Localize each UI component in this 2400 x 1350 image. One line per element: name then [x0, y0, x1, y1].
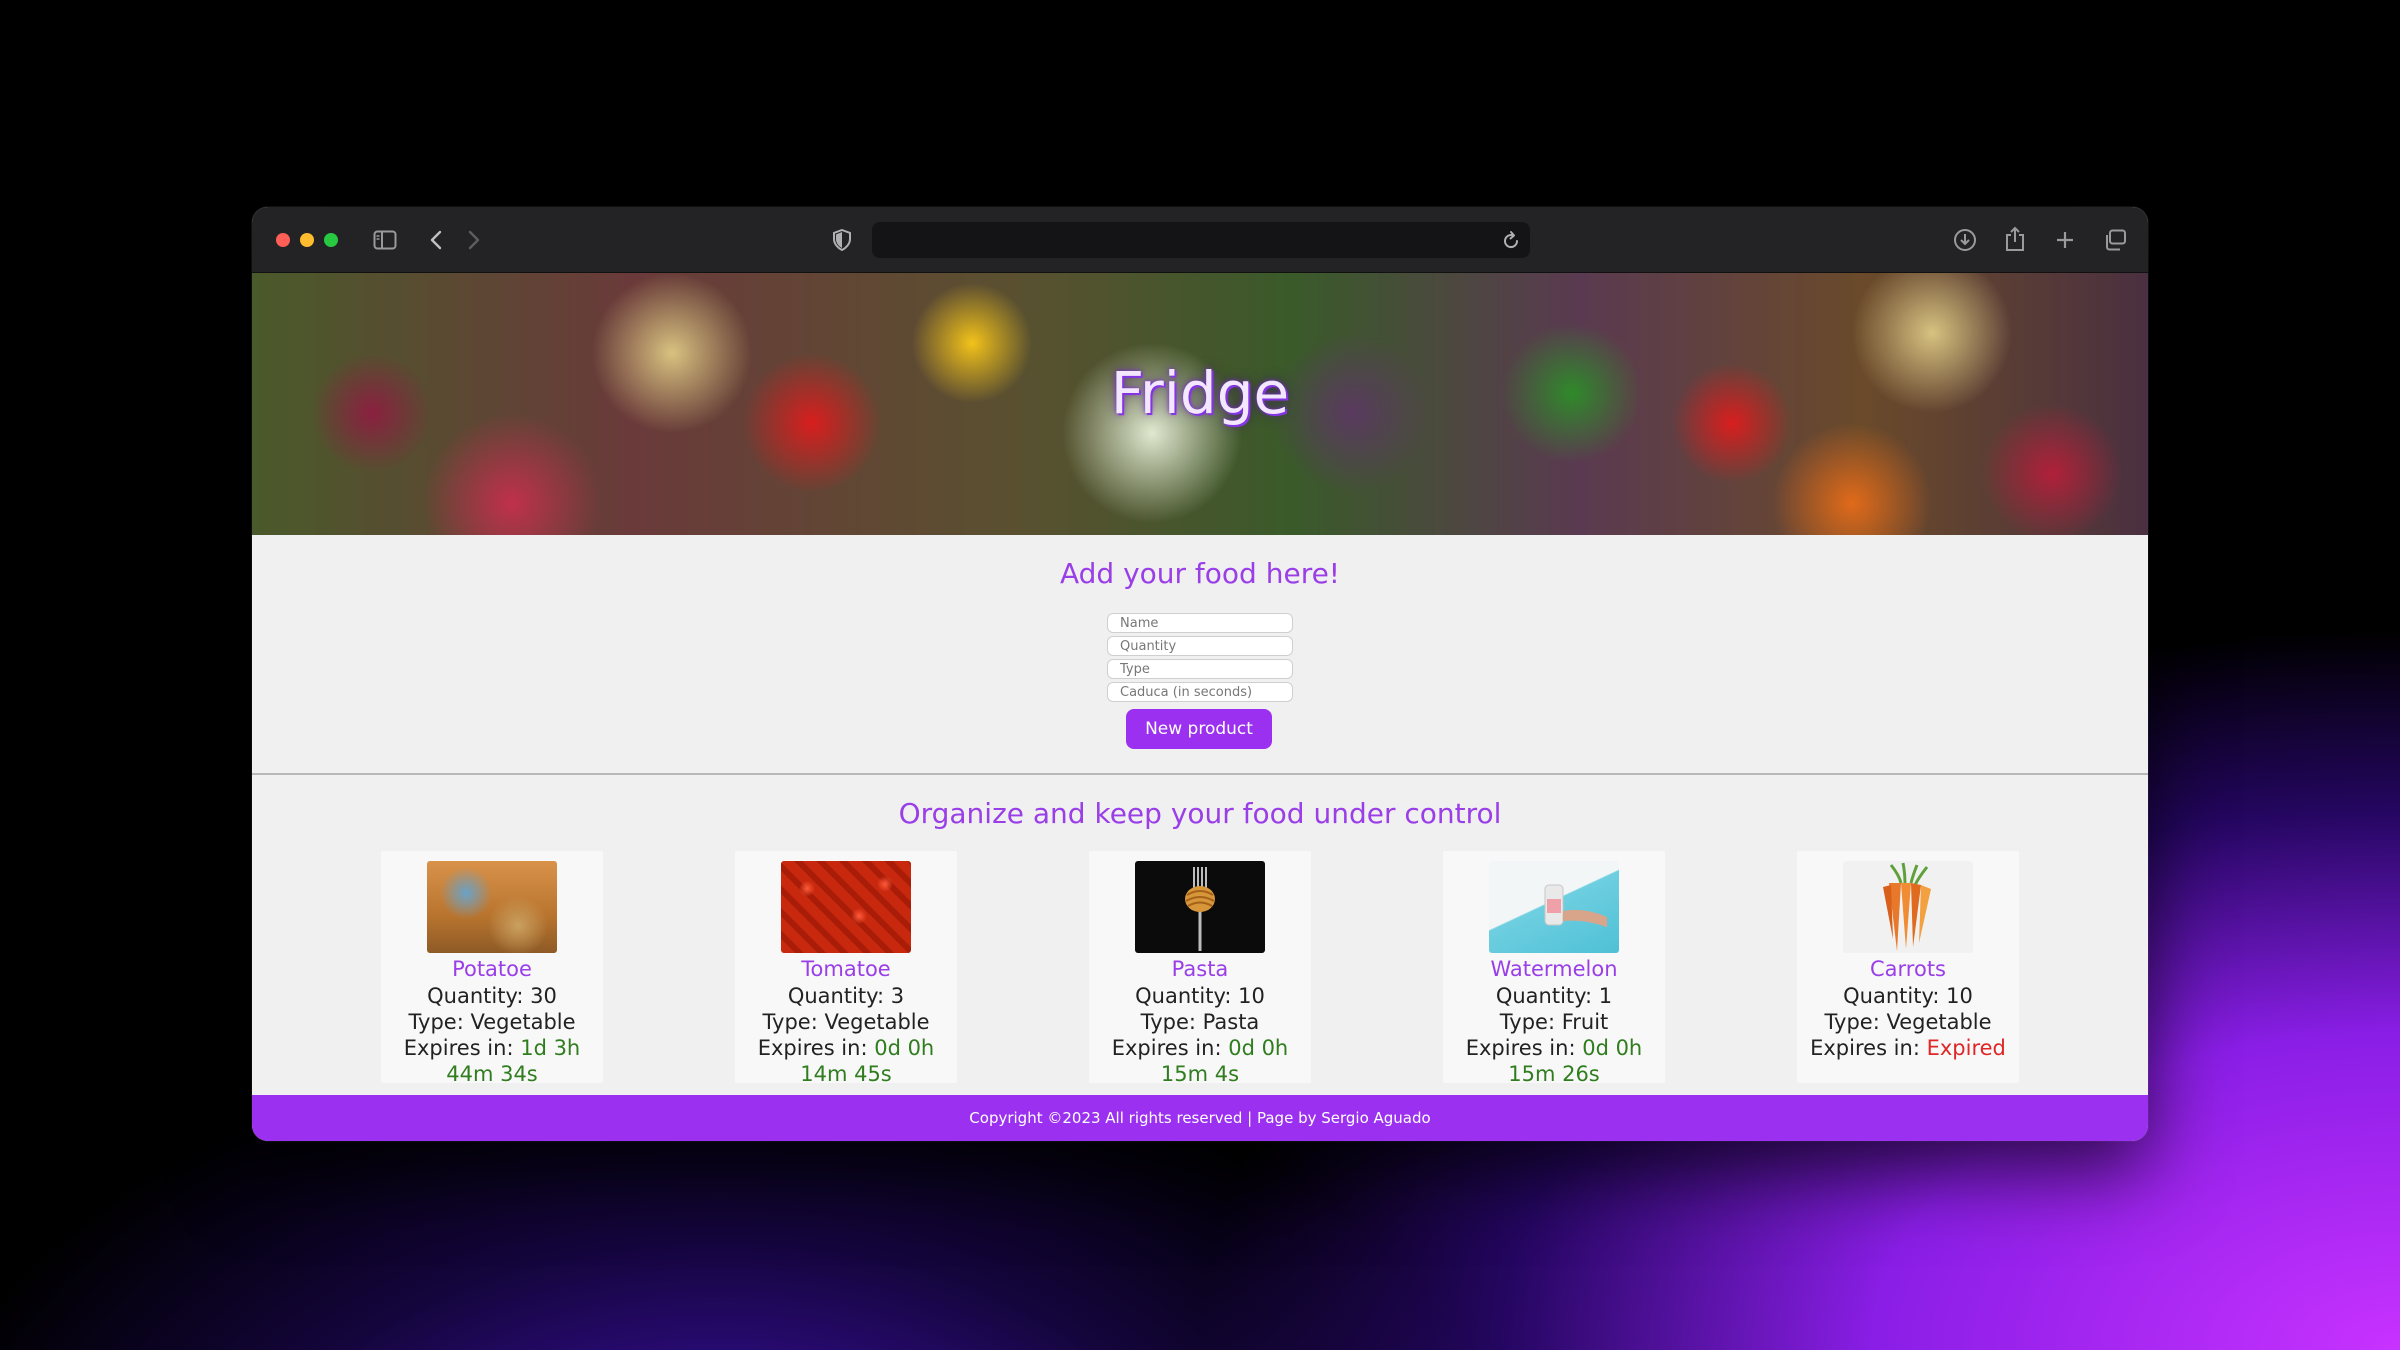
tabs-overview-icon[interactable] [2100, 226, 2130, 254]
food-expiry: 0d 0h [874, 1036, 935, 1060]
pasta-image [1135, 861, 1265, 953]
potato-image [427, 861, 557, 953]
pasta-fork-icon [1185, 867, 1215, 951]
food-expiry-rest: 15m 26s [1508, 1062, 1600, 1086]
food-type: Vegetable [1886, 1010, 1992, 1034]
name-field[interactable] [1107, 613, 1293, 633]
address-bar[interactable] [872, 222, 1530, 258]
food-card: Tomatoe Quantity: 3 Type: Vegetable Expi… [735, 851, 957, 1086]
food-name: Carrots [1870, 957, 1946, 981]
expiry-seconds-field[interactable] [1107, 682, 1293, 702]
food-quantity: 10 [1946, 984, 1973, 1008]
add-food-heading: Add your food here! [1059, 557, 1341, 590]
tomato-image [781, 861, 911, 953]
food-type: Vegetable [824, 1010, 930, 1034]
food-expiry: 0d 0h [1228, 1036, 1289, 1060]
food-expiry-rest: 44m 34s [446, 1062, 538, 1086]
food-card: Carrots Quantity: 10 Type: Vegetable Exp… [1797, 851, 2019, 1083]
hero-banner: Fridge [252, 273, 2148, 535]
watermelon-image [1489, 861, 1619, 953]
reload-icon[interactable] [1502, 226, 1520, 259]
food-card: Potatoe Quantity: 30 Type: Vegetable Exp… [381, 851, 603, 1086]
food-quantity: 3 [890, 984, 905, 1008]
food-name: Tomatoe [801, 957, 891, 981]
quantity-field[interactable] [1107, 636, 1293, 656]
new-tab-icon[interactable] [2050, 226, 2080, 254]
back-icon[interactable] [422, 226, 450, 254]
food-card: Watermelon Quantity: 1 Type: Fruit Expir… [1443, 851, 1665, 1086]
food-quantity: 10 [1238, 984, 1265, 1008]
share-icon[interactable] [2000, 226, 2030, 254]
food-card: Pasta Quantity: 10 Type: Pasta Expires i… [1089, 851, 1311, 1086]
food-expiry: 1d 3h [520, 1036, 581, 1060]
food-name: Watermelon [1490, 957, 1618, 981]
browser-window: Fridge Add your food here! New product O… [252, 207, 2148, 1141]
hero-title: Fridge [1110, 359, 1290, 427]
type-field[interactable] [1107, 659, 1293, 679]
food-name: Pasta [1171, 957, 1229, 981]
download-icon[interactable] [1950, 226, 1980, 254]
browser-toolbar [252, 207, 2148, 273]
food-expiry: Expired [1926, 1036, 2006, 1060]
new-product-button[interactable]: New product [1126, 709, 1272, 749]
food-list-section: Organize and keep your food under contro… [252, 777, 2148, 1103]
zoom-window-button[interactable] [324, 233, 338, 247]
forward-icon[interactable] [460, 226, 488, 254]
food-expiry: 0d 0h [1582, 1036, 1643, 1060]
food-list-heading: Organize and keep your food under contro… [898, 797, 1502, 830]
carrots-icon [1883, 862, 1931, 951]
food-name: Potatoe [452, 957, 532, 981]
food-type: Vegetable [470, 1010, 576, 1034]
food-quantity: 1 [1598, 984, 1613, 1008]
food-quantity: 30 [530, 984, 557, 1008]
shield-icon[interactable] [827, 226, 857, 254]
close-window-button[interactable] [276, 233, 290, 247]
page-footer: Copyright ©2023 All rights reserved | Pa… [252, 1095, 2148, 1141]
food-expiry-rest: 15m 4s [1160, 1062, 1240, 1086]
minimize-window-button[interactable] [300, 233, 314, 247]
carrots-image [1843, 861, 1973, 953]
food-type: Fruit [1561, 1010, 1609, 1034]
food-expiry-rest: 14m 45s [800, 1062, 892, 1086]
food-type: Pasta [1202, 1010, 1260, 1034]
add-food-section: Add your food here! New product [252, 535, 2148, 775]
sidebar-icon[interactable] [370, 226, 400, 254]
watermelon-drink-icon [1544, 884, 1607, 927]
